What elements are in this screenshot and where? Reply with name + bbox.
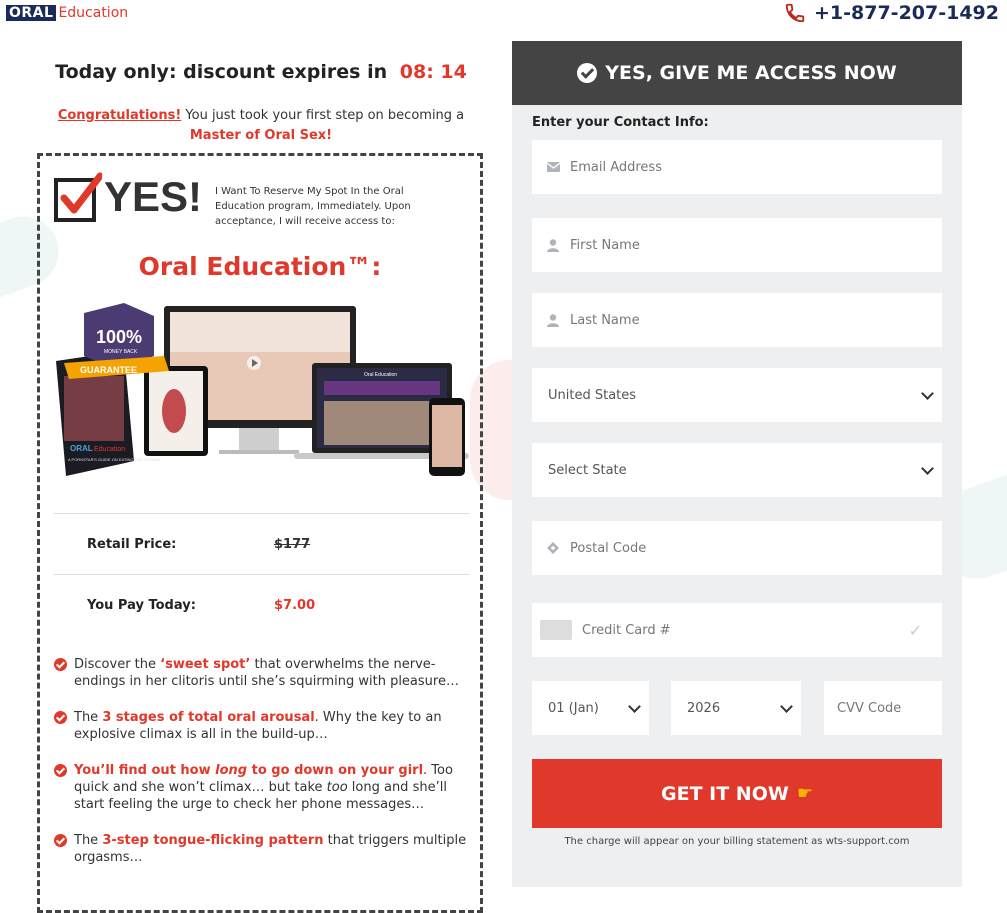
brand-logo[interactable]: ORAL Education [6, 5, 128, 21]
check-circle-icon [577, 63, 598, 83]
chevron-down-icon [780, 699, 793, 713]
bullet-text: You’ll find out how long to go down on y… [74, 763, 453, 812]
exp-year-select[interactable]: 2026 [671, 681, 801, 735]
billing-note: The charge will appear on your billing s… [564, 836, 910, 847]
congrats-text: You just took your first step on becomin… [181, 108, 465, 123]
bullet-text: The 3-step tongue-flicking pattern that … [74, 833, 467, 865]
list-item: You’ll find out how long to go down on y… [54, 762, 474, 813]
phone-text: +1-877-207-1492 [814, 2, 999, 24]
chevron-down-icon [921, 461, 934, 475]
check-circle-icon [54, 834, 67, 847]
book-edu-text: Education [94, 446, 125, 453]
email-field[interactable]: Email Address [532, 140, 942, 194]
congrats-master: Master of Oral Sex! [189, 128, 333, 143]
check-circle-icon [54, 764, 67, 777]
logo-oral-text: ORAL [6, 5, 57, 21]
form-header-text: YES, GIVE ME ACCESS NOW [605, 62, 897, 84]
discount-banner: Today only: discount expires in 08: 14 [38, 61, 484, 83]
credit-card-field[interactable]: Credit Card # ✓ [532, 603, 942, 657]
contact-info-label: Enter your Contact Info: [532, 115, 709, 130]
exp-year-value: 2026 [687, 700, 721, 716]
country-select[interactable]: United States [532, 368, 942, 422]
form-header: YES, GIVE ME ACCESS NOW [512, 41, 962, 105]
chevron-down-icon [921, 386, 934, 400]
postal-code-field[interactable]: Postal Code [532, 521, 942, 575]
last-name-placeholder: Last Name [570, 312, 640, 328]
first-name-field[interactable]: First Name [532, 218, 942, 272]
badge-money-back-text: MONEY BACK [104, 349, 138, 355]
product-title: Oral Education™: [138, 252, 382, 281]
divider [54, 574, 469, 575]
last-name-field[interactable]: Last Name [532, 293, 942, 347]
product-bundle-image: ORAL Education A PORNSTAR'S GUIDE ON EAT… [54, 301, 474, 486]
pointing-hand-icon: ☛ [796, 783, 813, 804]
credit-card-icon [540, 620, 572, 640]
congrats-message: Congratulations! You just took your firs… [38, 106, 484, 146]
retail-price-label: Retail Price: [87, 537, 177, 552]
pay-today-value: $7.00 [274, 598, 316, 613]
congrats-highlight: Congratulations! [57, 108, 182, 123]
yes-heading: YES! [104, 173, 203, 220]
state-value: Select State [548, 462, 627, 478]
list-item: The 3-step tongue-flicking pattern that … [54, 832, 474, 866]
chevron-down-icon [628, 699, 641, 713]
yes-row: YES! [54, 172, 202, 222]
offer-box: YES! I Want To Reserve My Spot In the Or… [37, 153, 483, 913]
checkout-form: YES, GIVE ME ACCESS NOW Enter your Conta… [512, 41, 962, 887]
cta-label: GET IT NOW [661, 782, 789, 805]
country-value: United States [548, 387, 637, 403]
postal-code-placeholder: Postal Code [570, 540, 647, 556]
exp-month-select[interactable]: 01 (Jan) [532, 681, 649, 735]
get-it-now-button[interactable]: GET IT NOW ☛ [532, 759, 942, 828]
retail-price-value: $177 [274, 537, 311, 552]
pay-today-label: You Pay Today: [87, 598, 196, 613]
cvv-field[interactable]: CVV Code [824, 681, 942, 735]
book-subtitle-text: A PORNSTAR'S GUIDE ON EATING OUT WOMEN [68, 457, 160, 462]
map-pin-icon [546, 541, 560, 555]
checkmark-icon: ✓ [908, 620, 922, 640]
credit-card-placeholder: Credit Card # [582, 622, 671, 638]
checkbox-check-icon [54, 172, 104, 222]
book-oral-text: ORAL [70, 444, 93, 453]
benefit-list: Discover the ‘sweet spot’ that overwhelm… [54, 656, 474, 885]
list-item: The 3 stages of total oral arousal. Why … [54, 709, 474, 743]
state-select[interactable]: Select State [532, 443, 942, 497]
discount-text: Today only: discount expires in [55, 61, 388, 83]
first-name-placeholder: First Name [570, 237, 640, 253]
bullet-text: Discover the ‘sweet spot’ that overwhelm… [74, 657, 459, 689]
envelope-icon [546, 160, 560, 174]
exp-month-value: 01 (Jan) [548, 700, 599, 716]
user-icon [546, 238, 560, 252]
bullet-text: The 3 stages of total oral arousal. Why … [74, 710, 442, 742]
offer-description: I Want To Reserve My Spot In the Oral Ed… [215, 186, 411, 227]
check-circle-icon [54, 658, 67, 671]
cvv-placeholder: CVV Code [837, 700, 902, 716]
logo-education-text: Education [58, 5, 129, 21]
check-circle-icon [54, 711, 67, 724]
list-item: Discover the ‘sweet spot’ that overwhelm… [54, 656, 474, 690]
badge-guarantee-text: GUARANTEE [80, 365, 137, 375]
phone-number[interactable]: +1-877-207-1492 [784, 2, 999, 24]
phone-icon [785, 3, 805, 23]
badge-percent-text: 100% [96, 327, 142, 347]
laptop-title-text: Oral Education [364, 372, 397, 378]
user-icon [546, 313, 560, 327]
countdown-timer: 08: 14 [399, 61, 467, 83]
email-placeholder: Email Address [570, 159, 662, 175]
divider [54, 513, 469, 514]
